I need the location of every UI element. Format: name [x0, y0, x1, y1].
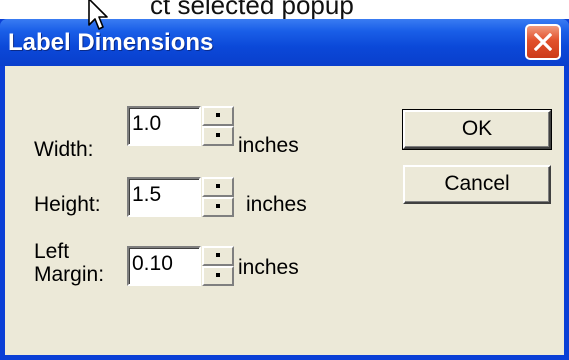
width-unit: inches [238, 134, 299, 157]
close-icon [534, 33, 552, 51]
left-margin-label-line2: Margin: [34, 263, 105, 286]
spin-down-icon [216, 204, 220, 208]
left-margin-spin-down-button[interactable] [202, 266, 234, 286]
spin-up-icon [216, 184, 220, 188]
width-label: Width: [34, 138, 94, 161]
spin-down-icon [216, 273, 220, 277]
height-unit: inches [246, 193, 307, 216]
left-margin-spin-up-button[interactable] [202, 246, 234, 266]
cancel-button[interactable]: Cancel [403, 165, 551, 204]
width-spin-down-button[interactable] [202, 126, 234, 146]
left-margin-input[interactable]: 0.10 [127, 246, 201, 286]
height-label: Height: [34, 193, 101, 216]
close-button[interactable] [525, 24, 561, 60]
spin-up-icon [216, 253, 220, 257]
label-dimensions-dialog: Label Dimensions Width: 1.0 inches Heigh… [0, 19, 569, 360]
height-input[interactable]: 1.5 [127, 177, 201, 217]
width-spinner[interactable] [202, 106, 234, 146]
width-input[interactable]: 1.0 [127, 106, 201, 146]
dialog-client-area: Width: 1.0 inches Height: 1.5 inches Lef… [5, 66, 564, 355]
width-spin-up-button[interactable] [202, 106, 234, 126]
height-spin-down-button[interactable] [202, 197, 234, 217]
left-margin-label-line1: Left [34, 240, 70, 263]
left-margin-spinner[interactable] [202, 246, 234, 286]
left-margin-unit: inches [238, 256, 299, 279]
spin-up-icon [216, 113, 220, 117]
background-window-text: ct selected popup [150, 0, 354, 20]
ok-button[interactable]: OK [402, 109, 552, 150]
height-spin-up-button[interactable] [202, 177, 234, 197]
mouse-pointer-icon [88, 0, 108, 30]
height-spinner[interactable] [202, 177, 234, 217]
spin-down-icon [216, 133, 220, 137]
